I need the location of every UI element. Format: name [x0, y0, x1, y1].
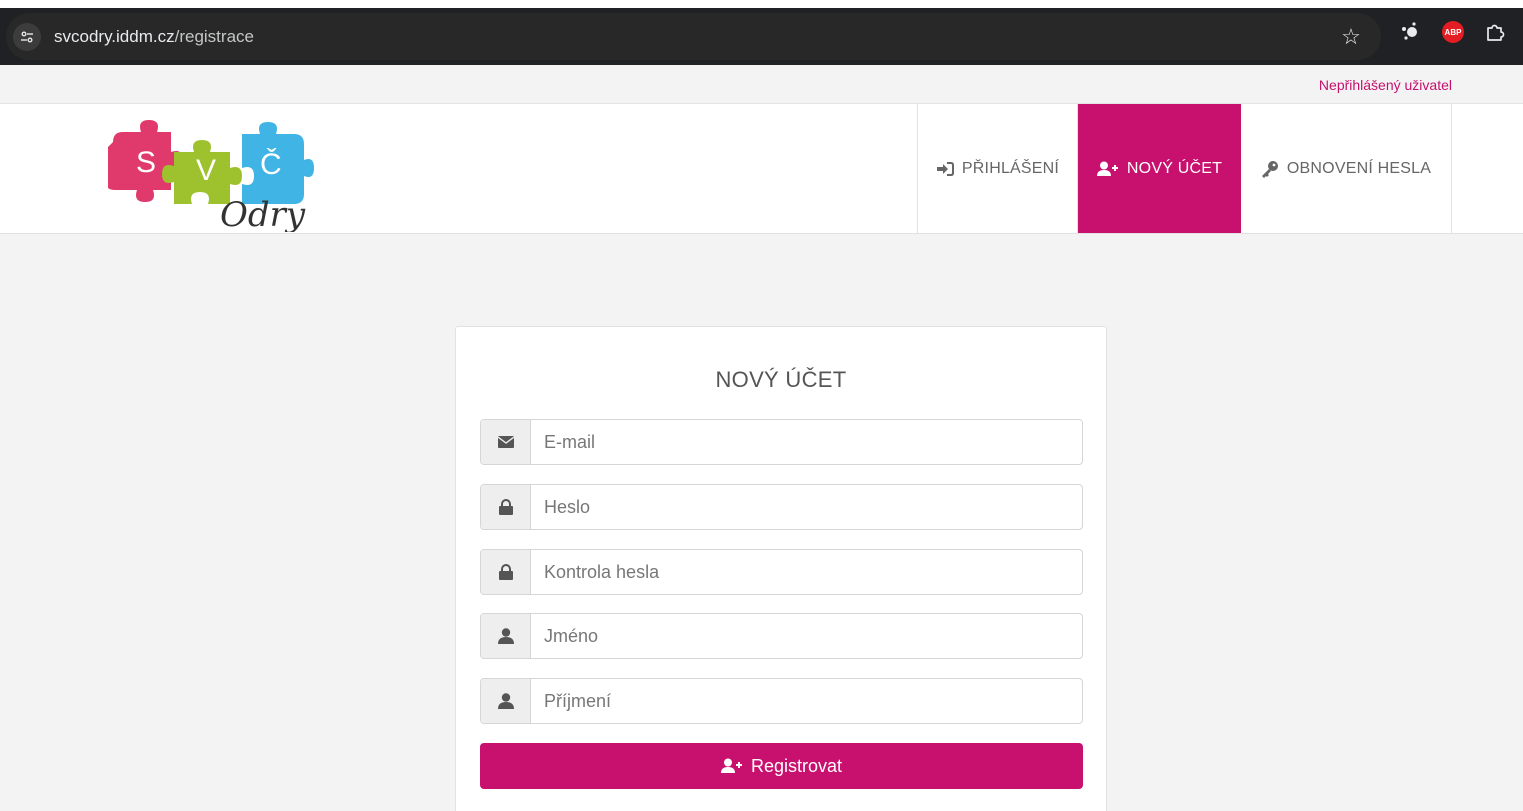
email-field [480, 419, 1083, 465]
register-button-label: Registrovat [750, 755, 843, 776]
last-name-input[interactable] [531, 679, 1082, 723]
user-plus-icon [1096, 161, 1119, 177]
adblock-plus-icon[interactable]: ABP [1440, 19, 1466, 45]
register-button[interactable]: Registrovat [480, 743, 1083, 789]
extensions-puzzle-icon[interactable] [1482, 19, 1508, 45]
page-title: NOVÝ ÚČET [715, 367, 847, 392]
nav-login-label: PŘIHLÁŠENÍ [961, 159, 1060, 177]
last-name-field [480, 678, 1083, 724]
password-field [480, 484, 1083, 530]
nav-reset-password-label: OBNOVENÍ HESLA [1286, 159, 1432, 177]
key-icon [1261, 160, 1279, 178]
address-bar[interactable]: svcodry.iddm.cz/registrace ☆ [6, 13, 1381, 60]
nav-new-account[interactable]: NOVÝ ÚČET [1078, 104, 1241, 233]
logo-script-odry: Odry [220, 195, 306, 232]
user-plus-icon [720, 758, 743, 774]
site-info-icon[interactable] [13, 23, 41, 51]
first-name-field [480, 613, 1083, 659]
nav-reset-password[interactable]: OBNOVENÍ HESLA [1241, 104, 1452, 233]
logo-letter-v: V [196, 154, 216, 187]
logo-letter-c: Č [260, 147, 282, 181]
sign-in-icon [936, 161, 954, 176]
user-status-text: Nepřihlášený uživatel [1318, 77, 1452, 93]
url-path: /registrace [174, 27, 254, 46]
lock-icon [481, 550, 531, 594]
password-input[interactable] [531, 485, 1082, 529]
user-icon [481, 679, 531, 723]
site-header: S V Č Odry PŘIHLÁŠENÍ NOVÝ ÚČET OBNOVENÍ… [0, 104, 1523, 235]
envelope-icon [481, 420, 531, 464]
bookmark-star-icon[interactable]: ☆ [1337, 23, 1365, 51]
logo-letter-s: S [136, 146, 156, 179]
first-name-input[interactable] [531, 614, 1082, 658]
nav-new-account-label: NOVÝ ÚČET [1126, 159, 1223, 177]
password-confirm-input[interactable] [531, 550, 1082, 594]
user-status-bar: Nepřihlášený uživatel [0, 65, 1523, 104]
email-input[interactable] [531, 420, 1082, 464]
url-text[interactable]: svcodry.iddm.cz/registrace [54, 27, 254, 47]
lock-icon [481, 485, 531, 529]
registration-card: NOVÝ ÚČET Registrovat [455, 326, 1107, 811]
main-nav: PŘIHLÁŠENÍ NOVÝ ÚČET OBNOVENÍ HESLA [917, 104, 1452, 233]
browser-toolbar: svcodry.iddm.cz/registrace ☆ ABP [0, 8, 1523, 65]
extension-connect-icon[interactable] [1397, 19, 1423, 45]
password-confirm-field [480, 549, 1083, 595]
user-icon [481, 614, 531, 658]
nav-login[interactable]: PŘIHLÁŠENÍ [918, 104, 1078, 233]
url-host: svcodry.iddm.cz [54, 27, 175, 46]
abp-badge: ABP [1442, 21, 1464, 43]
window-top-strip [0, 0, 1523, 8]
svc-odry-logo[interactable]: S V Č Odry [95, 112, 318, 235]
